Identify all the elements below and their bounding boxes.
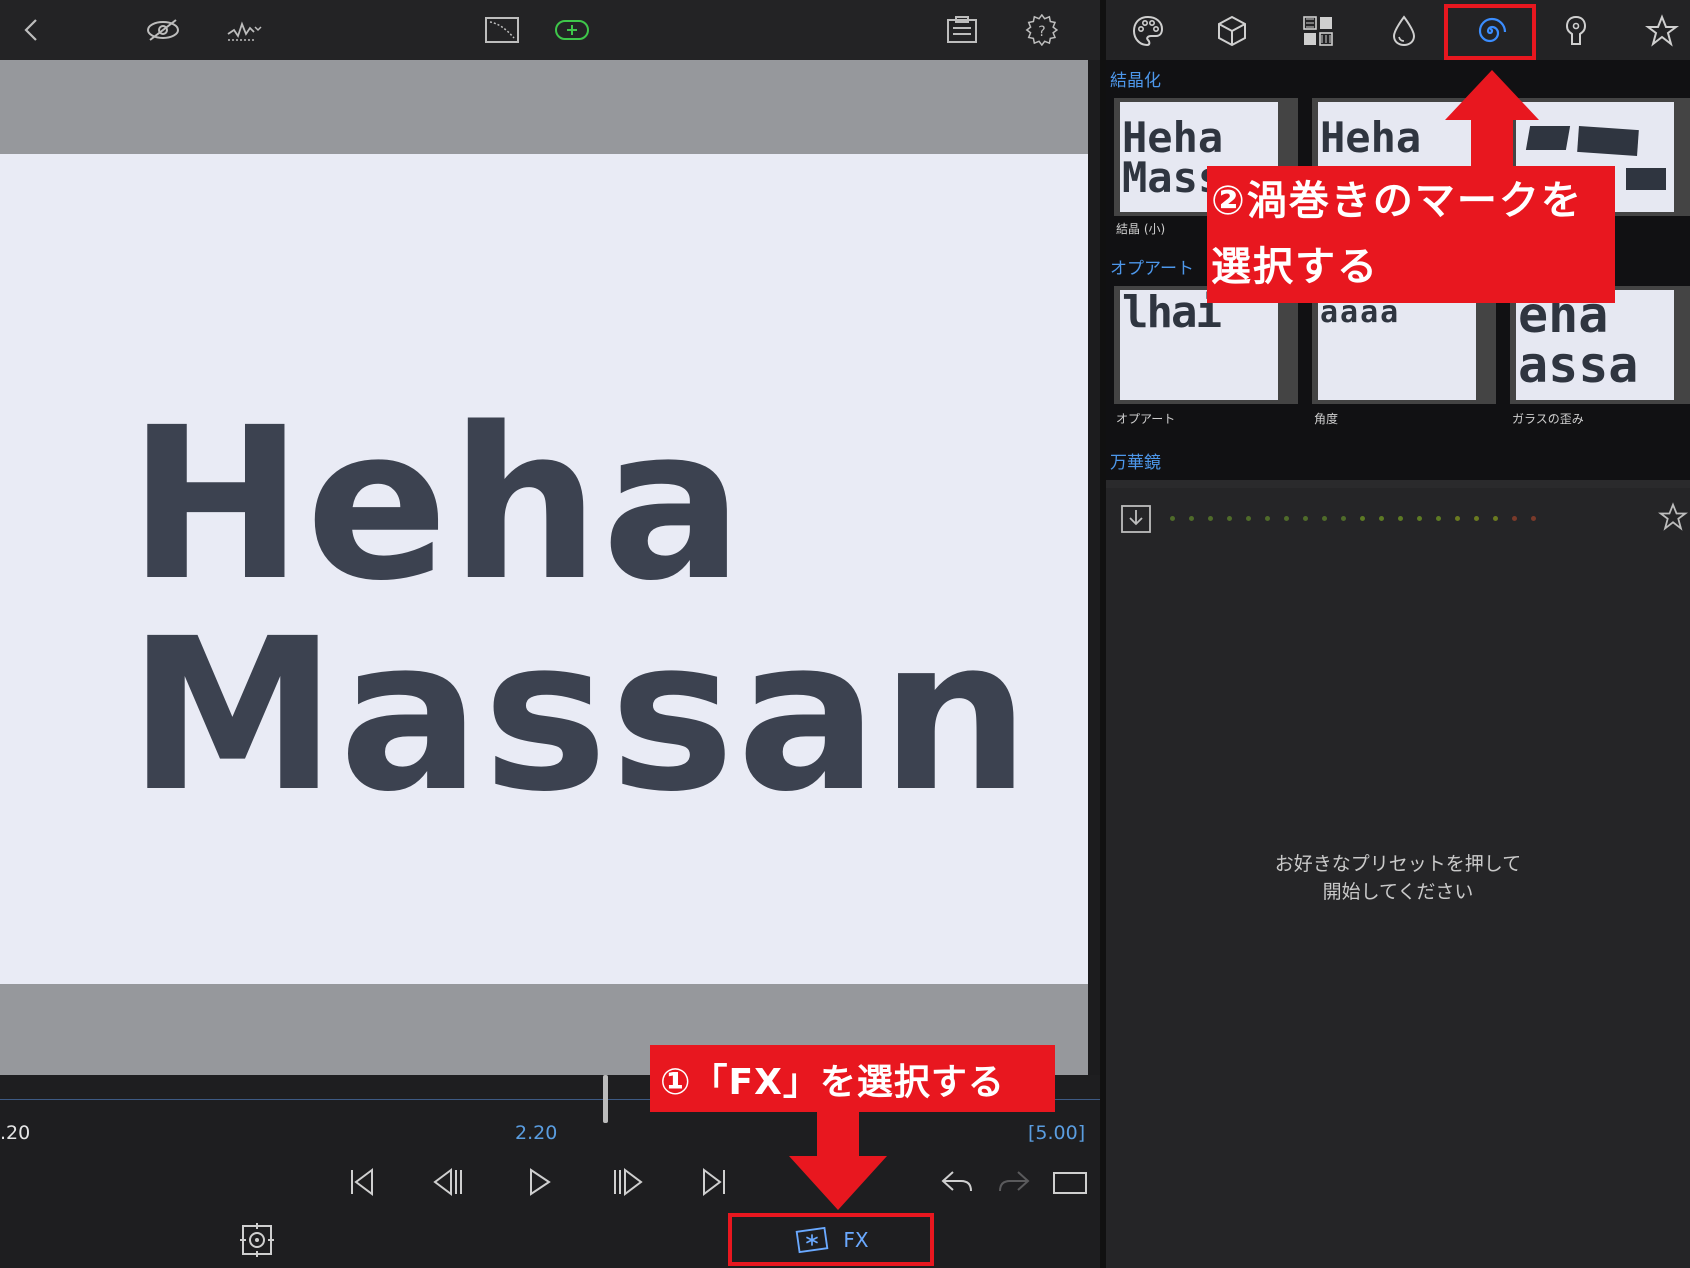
video-preview: Heha Massan (0, 60, 1088, 1075)
drop-icon[interactable] (1382, 10, 1426, 52)
preview-title-line-1: Heha (128, 382, 746, 627)
favorite-star-icon[interactable] (1658, 502, 1688, 532)
section-title-crystallize: 結晶化 (1110, 71, 1161, 91)
clipboard-icon[interactable] (940, 10, 984, 50)
annotation-step-2-line-2: 選択する (1211, 244, 1379, 290)
preset-thumbnail-glass-distortion[interactable]: eha assa (1510, 286, 1690, 404)
effects-category-toolbar (1106, 0, 1690, 60)
highlight-spiral-icon (1444, 4, 1536, 60)
pattern-grid-icon[interactable] (1296, 10, 1340, 52)
keyhole-icon[interactable] (1554, 10, 1598, 52)
palette-icon[interactable] (1126, 10, 1170, 52)
annotation-step-2: ②渦巻きのマークを 選択する (1207, 166, 1615, 303)
play-button[interactable] (517, 1160, 561, 1204)
preset-caption: オプアート (1116, 412, 1176, 426)
preset-thumb-text: eha assa (1516, 290, 1674, 400)
preset-thumb-text: lhai (1120, 290, 1278, 400)
fullscreen-button[interactable] (1048, 1160, 1092, 1204)
add-icon[interactable] (550, 10, 594, 50)
hint-line-1: お好きなプリセットを押して (1274, 853, 1522, 875)
highlight-fx-button (728, 1213, 934, 1266)
arrow-to-fx-button (789, 1110, 887, 1210)
back-icon[interactable] (10, 10, 54, 50)
preview-title-line-2: Massan (128, 593, 1032, 838)
star-icon[interactable] (1640, 10, 1684, 52)
preset-thumb-text: aaaa (1318, 290, 1476, 400)
top-toolbar: ? (0, 0, 1100, 60)
playhead[interactable] (603, 1075, 608, 1123)
import-preset-icon[interactable] (1120, 502, 1152, 534)
cube-icon[interactable] (1210, 10, 1254, 52)
svg-text:?: ? (1038, 24, 1045, 40)
preset-caption: ガラスの歪み (1512, 412, 1584, 426)
step-forward-button[interactable] (605, 1160, 649, 1204)
arrow-to-spiral-icon (1445, 70, 1539, 170)
time-start-label: .20 (0, 1122, 31, 1144)
preset-caption: 結晶 (小) (1116, 222, 1166, 236)
waveform-icon[interactable] (222, 10, 266, 50)
section-title-op-art: オプアート (1110, 259, 1194, 279)
panel-divider-horizontal[interactable] (1106, 480, 1690, 488)
level-indicator-dots (1170, 516, 1536, 521)
preset-caption: 角度 (1314, 412, 1339, 426)
redo-button[interactable] (992, 1160, 1036, 1204)
section-title-kaleidoscope: 万華鏡 (1110, 453, 1161, 473)
visibility-icon[interactable] (141, 10, 185, 50)
step-back-button[interactable] (427, 1160, 471, 1204)
time-current-label: 2.20 (515, 1122, 558, 1144)
preset-thumbnail-op-art[interactable]: lhai (1114, 286, 1298, 404)
annotation-step-2-line-1: ②渦巻きのマークを (1211, 178, 1583, 224)
time-total-label: [5.00] (1028, 1122, 1086, 1144)
target-icon[interactable] (238, 1221, 276, 1259)
hint-line-2: 開始してください (1322, 881, 1474, 903)
empty-state-hint: お好きなプリセットを押して 開始してください (1106, 850, 1690, 906)
annotation-step-1: ①「FX」を選択する (650, 1045, 1055, 1112)
keyframe-curve-icon[interactable] (480, 10, 524, 50)
skip-to-start-button[interactable] (340, 1160, 384, 1204)
settings-help-icon[interactable]: ? (1020, 10, 1064, 50)
preview-canvas: Heha Massan (0, 154, 1088, 984)
preset-thumbnail-angle[interactable]: aaaa (1312, 286, 1496, 404)
undo-button[interactable] (935, 1160, 979, 1204)
effect-parameters-panel: お好きなプリセットを押して 開始してください (1106, 488, 1690, 1268)
skip-to-end-button[interactable] (692, 1160, 736, 1204)
